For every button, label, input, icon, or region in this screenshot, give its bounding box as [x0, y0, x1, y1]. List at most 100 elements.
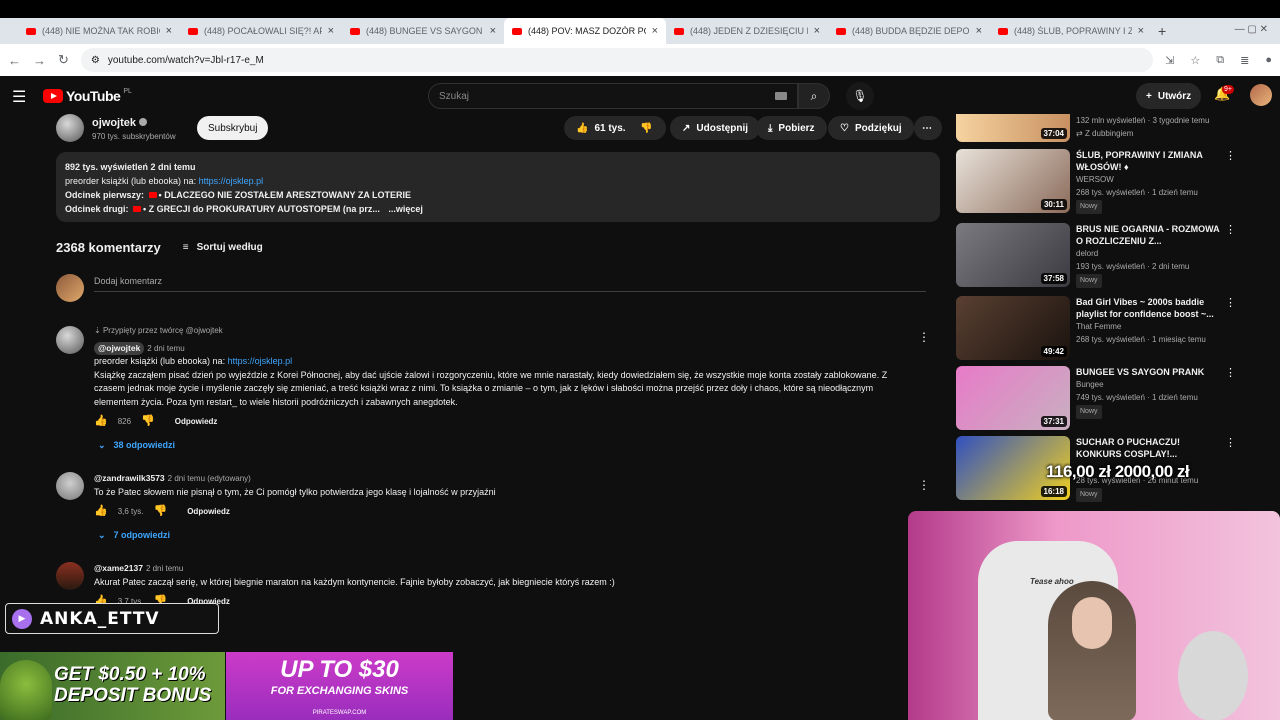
comment-time[interactable]: 2 dni temu — [146, 564, 183, 573]
reply-button[interactable]: Odpowiedz — [175, 415, 218, 429]
recommended-video[interactable]: 37:31 BUNGEE VS SAYGON PRANK Bungee 749 … — [956, 366, 1236, 432]
media-icon[interactable]: ≣ — [1240, 54, 1249, 67]
ad-banner-left[interactable]: GET $0.50 + 10% DEPOSIT BONUS — [0, 652, 225, 720]
browser-tab[interactable]: (448) NIE MOŻNA TAK ROBIĆ! × — [18, 18, 180, 44]
avatar[interactable] — [56, 326, 84, 354]
video-menu-icon[interactable]: ⋮ — [1225, 296, 1236, 309]
recommended-video[interactable]: 37:04 132 mln wyświetleń · 3 tygodnie te… — [956, 114, 1236, 144]
show-replies-button[interactable]: ⌄ 7 odpowiedzi — [98, 529, 914, 543]
close-tab-icon[interactable]: × — [976, 25, 982, 37]
thanks-button[interactable]: ♡ Podziękuj — [828, 116, 914, 140]
episode-link[interactable]: • Z GRECJI do PROKURATURY AUTOSTOPEM (na… — [143, 204, 380, 214]
close-tab-icon[interactable]: × — [328, 25, 334, 37]
video-thumbnail[interactable]: 37:58 — [956, 223, 1070, 287]
thumbs-up-icon[interactable]: 👍 — [94, 505, 108, 519]
comment-author[interactable]: @zandrawilk3573 — [94, 473, 165, 483]
youtube-logo[interactable]: YouTube PL — [43, 88, 132, 104]
close-tab-icon[interactable]: × — [652, 25, 658, 37]
share-button[interactable]: ↗ Udostępnij — [670, 116, 761, 140]
video-thumbnail[interactable]: 49:42 — [956, 296, 1070, 360]
close-tab-icon[interactable]: × — [814, 25, 820, 37]
show-replies-button[interactable]: ⌄ 38 odpowiedzi — [98, 439, 914, 453]
browser-tab[interactable]: (448) BUNGEE VS SAYGON PRANK× — [342, 18, 504, 44]
download-button[interactable]: ⤓ Pobierz — [756, 116, 827, 140]
comment-author[interactable]: @ojwojtek — [94, 341, 145, 355]
thumbs-down-icon[interactable]: 👎 — [141, 415, 155, 429]
sort-icon: ≡ — [182, 242, 189, 253]
reply-button[interactable]: Odpowiedz — [187, 505, 230, 519]
os-top-bar — [0, 0, 1280, 18]
browser-tab[interactable]: (448) BUDDA BĘDZIE DEPORTOWANY× — [828, 18, 990, 44]
subscribe-button[interactable]: Subskrybuj — [197, 116, 269, 140]
thumbs-up-icon[interactable]: 👍 — [94, 415, 108, 429]
avatar[interactable] — [56, 472, 84, 500]
plus-icon: + — [1146, 90, 1152, 102]
episode-link[interactable]: • DLACZEGO NIE ZOSTAŁEM ARESZTOWANY ZA L… — [159, 190, 412, 200]
new-tab-icon[interactable]: + — [1158, 23, 1166, 39]
video-channel: Bungee — [1076, 380, 1104, 389]
show-more-button[interactable]: ...więcej — [388, 204, 423, 214]
video-menu-icon[interactable]: ⋮ — [1225, 366, 1236, 379]
install-app-icon[interactable]: ⇲ — [1165, 54, 1174, 67]
close-tab-icon[interactable]: × — [166, 25, 172, 37]
close-tab-icon[interactable]: × — [490, 25, 496, 37]
browser-tab-active[interactable]: (448) POV: MASZ DOZÓR POLICJI× — [504, 18, 666, 44]
comment-menu-icon[interactable]: ⋮ — [918, 478, 930, 492]
site-info-icon[interactable]: ⚙ — [91, 55, 100, 66]
comments-count: 2368 komentarzy — [56, 240, 161, 255]
comment-text: To że Patec słowem nie pisnął o tym, że … — [94, 486, 496, 497]
microphone-icon: 🎙 — [852, 89, 868, 103]
profile-icon[interactable]: ● — [1265, 54, 1272, 67]
search-input[interactable]: Szukaj — [428, 83, 798, 109]
bookmark-star-icon[interactable]: ☆ — [1190, 54, 1200, 67]
url-field[interactable]: ⚙ youtube.com/watch?v=Jbl-r17-e_M — [80, 48, 1154, 72]
video-menu-icon[interactable]: ⋮ — [1225, 149, 1236, 162]
comment-menu-icon[interactable]: ⋮ — [918, 330, 930, 344]
comment-author[interactable]: @xame2137 — [94, 563, 143, 573]
create-button[interactable]: + Utwórz — [1136, 83, 1202, 109]
comment-time[interactable]: 2 dni temu — [147, 344, 184, 353]
address-bar-row: ← → ↻ ⚙ youtube.com/watch?v=Jbl-r17-e_M … — [0, 44, 1280, 76]
more-actions-button[interactable]: ⋯ — [914, 116, 942, 140]
browser-tab[interactable]: (448) ŚLUB, POPRAWINY I ZMIANA× — [990, 18, 1152, 44]
video-info: BUNGEE VS SAYGON PRANK Bungee 749 tys. w… — [1076, 366, 1224, 419]
account-avatar[interactable] — [1250, 84, 1272, 106]
forward-icon[interactable]: → — [33, 53, 46, 68]
close-tab-icon[interactable]: × — [1138, 25, 1144, 37]
recommended-video[interactable]: 37:58 BRUS NIE OGARNIA - ROZMOWA O ROZLI… — [956, 223, 1236, 289]
reload-icon[interactable]: ↻ — [58, 52, 69, 68]
channel-name[interactable]: ojwojtek — [92, 117, 148, 129]
dislike-button[interactable]: 👎 — [630, 116, 666, 140]
keyboard-icon[interactable] — [775, 92, 787, 100]
search-icon: ⌕ — [810, 88, 818, 103]
video-menu-icon[interactable]: ⋮ — [1225, 436, 1236, 449]
description-link[interactable]: https://ojsklep.pl — [199, 176, 264, 186]
channel-avatar[interactable] — [56, 114, 84, 142]
search-button[interactable]: ⌕ — [798, 83, 830, 109]
video-meta: 268 tys. wyświetleń · 1 miesiąc temu — [1076, 335, 1206, 344]
menu-icon[interactable]: ☰ — [12, 87, 26, 107]
video-thumbnail[interactable]: 37:31 — [956, 366, 1070, 430]
sort-button[interactable]: ≡ Sortuj według — [183, 242, 263, 253]
video-menu-icon[interactable]: ⋮ — [1225, 223, 1236, 236]
comment-link[interactable]: https://ojsklep.pl — [228, 356, 293, 366]
browser-tab[interactable]: (448) JEDEN Z DZIESIĘCIU INFLUENCER× — [666, 18, 828, 44]
browser-tab[interactable]: (448) POCAŁOWALI SIĘ?! AFERA× — [180, 18, 342, 44]
voice-search-button[interactable]: 🎙 — [846, 82, 874, 110]
ad-banner-right[interactable]: UP TO $30 FOR EXCHANGING SKINS PIRATESWA… — [226, 652, 453, 720]
video-description[interactable]: 892 tys. wyświetleń 2 dni temu preorder … — [56, 152, 940, 222]
recommended-video[interactable]: 30:11 ŚLUB, POPRAWINY I ZMIANA WŁOSÓW! ♦… — [956, 149, 1236, 215]
video-thumbnail[interactable]: 37:04 — [956, 114, 1070, 142]
chevron-down-icon: ⌄ — [98, 439, 106, 450]
extensions-icon[interactable]: ⧉ — [1216, 54, 1224, 67]
back-icon[interactable]: ← — [8, 53, 21, 68]
add-comment-input[interactable]: Dodaj komentarz — [94, 276, 926, 292]
window-controls-icon[interactable]: — ▢ ✕ — [1235, 24, 1268, 35]
comment-time[interactable]: 2 dni temu (edytowany) — [168, 474, 251, 483]
recommended-video[interactable]: 49:42 Bad Girl Vibes ~ 2000s baddie play… — [956, 296, 1236, 362]
thumbs-down-icon[interactable]: 👎 — [154, 505, 168, 519]
goblin-mascot-icon — [0, 660, 52, 720]
video-title: BUNGEE VS SAYGON PRANK — [1076, 367, 1205, 377]
video-thumbnail[interactable]: 30:11 — [956, 149, 1070, 213]
avatar[interactable] — [56, 562, 84, 590]
